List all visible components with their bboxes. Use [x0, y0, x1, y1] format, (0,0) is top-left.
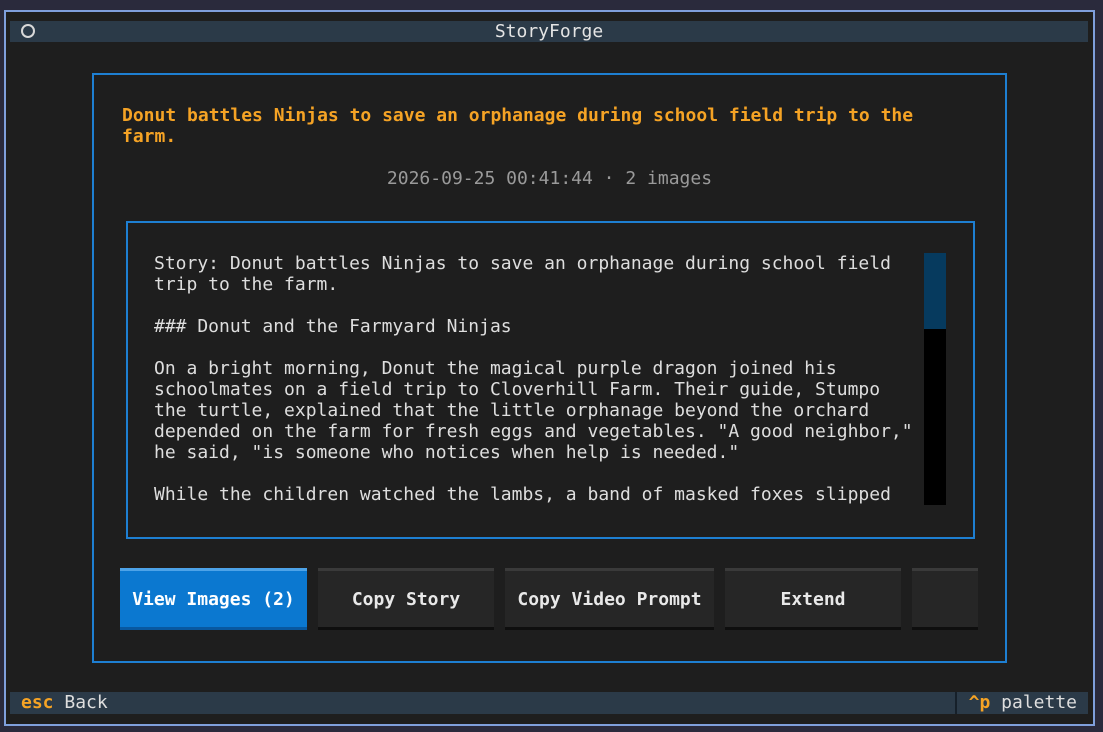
story-line: [154, 463, 934, 484]
story-line: he said, "is someone who notices when he…: [154, 442, 740, 463]
app-title: StoryForge: [494, 21, 604, 42]
story-meta: 2026-09-25 00:41:44 · 2 images: [94, 168, 1005, 189]
story-viewer[interactable]: Story: Donut battles Ninjas to save an o…: [126, 221, 975, 539]
story-line: On a bright morning, Donut the magical p…: [154, 358, 837, 379]
back-key: esc: [21, 692, 54, 713]
back-shortcut[interactable]: esc Back: [21, 692, 108, 714]
story-line: ### Donut and the Farmyard Ninjas: [154, 316, 512, 337]
story-line: [154, 337, 934, 358]
story-line: Story: Donut battles Ninjas to save an o…: [154, 253, 891, 274]
palette-label: palette: [1001, 692, 1077, 713]
scrollbar-thumb[interactable]: [924, 253, 946, 329]
story-line: [154, 295, 934, 316]
story-title-line: Donut battles Ninjas to save an orphanag…: [122, 105, 914, 126]
back-label: Back: [64, 692, 108, 713]
story-line: schoolmates on a field trip to Cloverhil…: [154, 379, 881, 400]
extend-button[interactable]: Extend: [725, 568, 901, 630]
copy-story-button[interactable]: Copy Story: [318, 568, 494, 630]
story-title: Donut battles Ninjas to save an orphanag…: [122, 105, 962, 147]
meta-separator: ·: [603, 168, 615, 189]
story-line: While the children watched the lambs, a …: [154, 484, 891, 505]
view-images-button[interactable]: View Images (2): [120, 568, 307, 630]
scrollbar[interactable]: [924, 253, 946, 505]
story-card: Donut battles Ninjas to save an orphanag…: [92, 73, 1007, 663]
story-timestamp: 2026-09-25 00:41:44: [386, 168, 593, 189]
overflow-button[interactable]: [912, 568, 978, 630]
story-line: depended on the farm for fresh eggs and …: [154, 421, 913, 442]
copy-video-prompt-button[interactable]: Copy Video Prompt: [505, 568, 714, 630]
title-bar: StoryForge: [10, 21, 1088, 42]
story-title-line: farm.: [122, 126, 177, 147]
story-line: trip to the farm.: [154, 274, 339, 295]
palette-shortcut[interactable]: ^p palette: [969, 692, 1077, 714]
footer-bar: esc Back ^p palette: [10, 692, 1088, 714]
footer-divider: [955, 692, 957, 714]
palette-key: ^p: [968, 692, 991, 713]
story-body: Story: Donut battles Ninjas to save an o…: [154, 253, 934, 505]
story-image-count: 2 images: [625, 168, 713, 189]
story-line: the turtle, explained that the little or…: [154, 400, 870, 421]
